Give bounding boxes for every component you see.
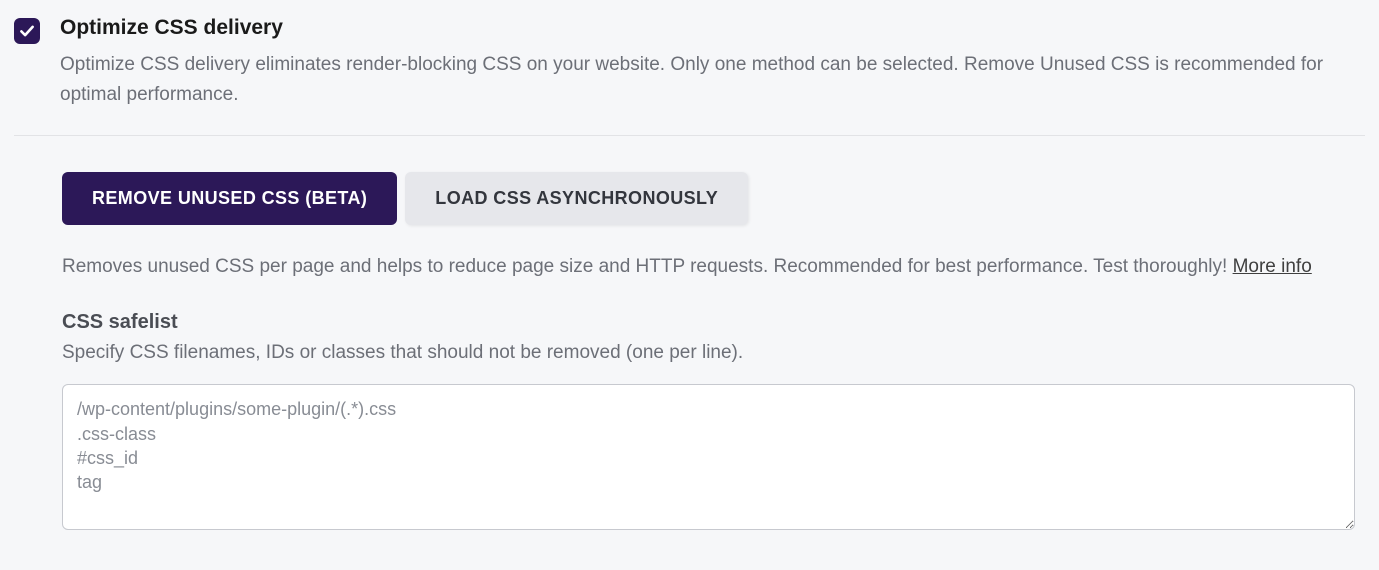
tab-description: Removes unused CSS per page and helps to… [62,253,1355,282]
css-safelist-textarea[interactable] [62,384,1355,530]
setting-description: Optimize CSS delivery eliminates render-… [60,50,1365,111]
css-safelist-title: CSS safelist [62,311,1355,334]
more-info-link[interactable]: More info [1233,256,1312,277]
remove-unused-css-tab[interactable]: REMOVE UNUSED CSS (BETA) [62,172,397,225]
css-safelist-description: Specify CSS filenames, IDs or classes th… [62,342,1355,364]
divider [14,135,1365,136]
setting-title: Optimize CSS delivery [60,16,1365,40]
optimize-css-checkbox[interactable] [14,18,40,44]
tab-description-text: Removes unused CSS per page and helps to… [62,256,1233,277]
load-css-async-tab[interactable]: LOAD CSS ASYNCHRONOUSLY [405,172,748,225]
check-icon [18,22,36,40]
